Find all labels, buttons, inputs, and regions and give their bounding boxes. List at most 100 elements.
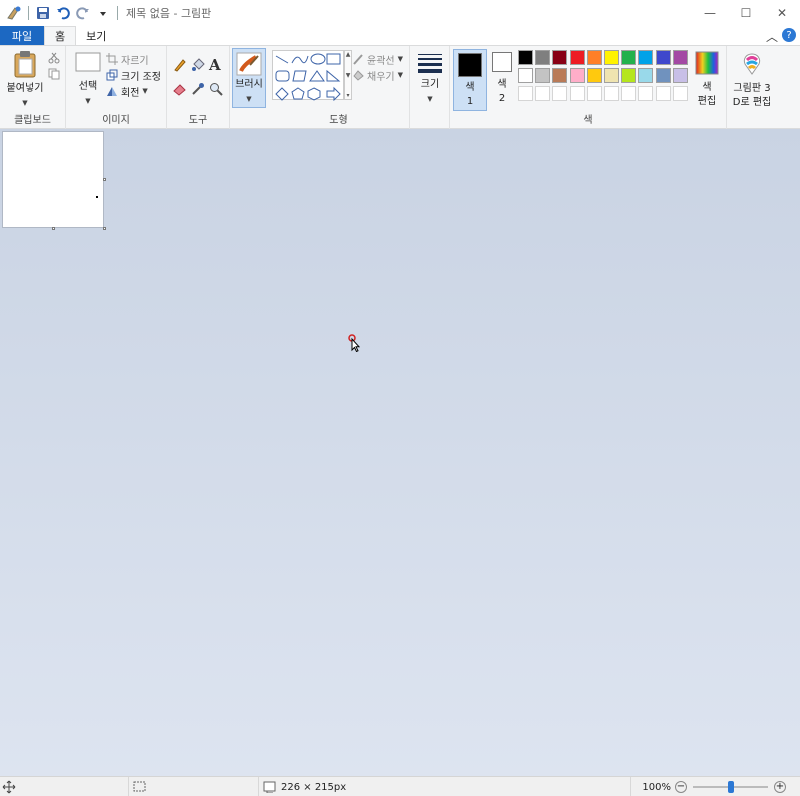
drawing-canvas[interactable] <box>2 131 106 230</box>
image-size-cell: 226 × 215px <box>258 777 388 796</box>
palette-color-swatch[interactable] <box>518 68 533 83</box>
selection-size-cell <box>128 777 258 796</box>
divider <box>28 6 29 20</box>
pencil-icon[interactable] <box>173 58 187 75</box>
color1-label-line2: 1 <box>466 96 474 107</box>
color1-button[interactable]: 색 1 <box>453 49 487 111</box>
clipboard-group-label: 클립보드 <box>14 115 51 126</box>
cut-icon[interactable] <box>48 52 60 67</box>
image-group-label: 이미지 <box>102 115 130 126</box>
fill-bucket-icon[interactable] <box>191 58 205 75</box>
palette-color-swatch[interactable] <box>586 50 602 65</box>
zoom-in-button[interactable]: + <box>774 781 786 793</box>
tools-group-label: 도구 <box>188 115 208 126</box>
undo-icon[interactable] <box>53 3 73 23</box>
size-button[interactable]: 크기 ▼ <box>414 52 446 106</box>
edit-colors-button[interactable]: 색 편집 <box>692 51 722 109</box>
color-palette <box>518 50 693 104</box>
redo-icon[interactable] <box>73 3 93 23</box>
close-button[interactable]: ✕ <box>764 0 800 26</box>
palette-color-swatch[interactable] <box>535 68 551 83</box>
palette-color-swatch[interactable] <box>604 50 619 65</box>
palette-color-swatch[interactable] <box>552 50 568 65</box>
zoom-slider[interactable] <box>693 781 768 793</box>
shapes-gallery-scroll[interactable]: ▲ ▼ ▾ <box>344 50 352 100</box>
paint3d-label-line2: D로 편집 <box>732 97 772 108</box>
custom-color-slot[interactable] <box>586 86 602 101</box>
chevron-down-icon: ▼ <box>22 99 28 107</box>
palette-color-swatch[interactable] <box>604 68 619 83</box>
zoom-cell: 100% − + <box>630 777 800 796</box>
resize-icon <box>106 69 118 81</box>
eraser-icon[interactable] <box>173 82 187 99</box>
magnifier-icon[interactable] <box>209 82 223 99</box>
custom-color-slot[interactable] <box>672 86 688 101</box>
custom-color-slot[interactable] <box>655 86 671 101</box>
crop-button[interactable]: 자르기 <box>106 51 149 67</box>
palette-color-swatch[interactable] <box>621 50 637 65</box>
copy-icon[interactable] <box>48 68 60 83</box>
window-title: 제목 없음 - 그림판 <box>126 7 212 20</box>
color-picker-icon[interactable] <box>191 82 205 99</box>
zoom-slider-thumb[interactable] <box>727 781 734 793</box>
palette-color-swatch[interactable] <box>638 50 654 65</box>
brush-icon <box>236 52 262 76</box>
collapse-ribbon-icon[interactable]: ︿ <box>766 28 778 45</box>
custom-color-slot[interactable] <box>535 86 551 101</box>
custom-color-slot[interactable] <box>604 86 619 101</box>
text-tool-icon[interactable]: A <box>209 56 221 74</box>
palette-color-swatch[interactable] <box>569 68 585 83</box>
tab-home[interactable]: 홈 <box>44 26 77 45</box>
custom-color-slot[interactable] <box>621 86 637 101</box>
size-label: 크기 <box>420 79 440 90</box>
palette-color-swatch[interactable] <box>655 50 671 65</box>
palette-color-swatch[interactable] <box>672 50 688 65</box>
select-button[interactable]: 선택 ▼ <box>70 52 106 108</box>
rotate-label: 회전 <box>121 87 140 99</box>
palette-color-swatch[interactable] <box>638 68 654 83</box>
paint-app-icon[interactable] <box>4 3 24 23</box>
customize-quick-access-icon[interactable] <box>93 3 113 23</box>
palette-color-swatch[interactable] <box>672 68 688 83</box>
resize-button[interactable]: 크기 조정 <box>106 67 161 83</box>
tab-file[interactable]: 파일 <box>0 26 44 45</box>
resize-handle-right[interactable] <box>103 178 106 181</box>
zoom-out-button[interactable]: − <box>675 781 687 793</box>
paint3d-group: 그림판 3 D로 편집 <box>727 46 777 129</box>
custom-color-slot[interactable] <box>569 86 585 101</box>
canvas-workspace[interactable] <box>0 129 800 776</box>
help-icon[interactable]: ? <box>782 28 796 42</box>
chevron-down-icon: ▼ <box>427 95 433 103</box>
chevron-down-icon: ▼ <box>397 55 403 63</box>
minimize-button[interactable]: — <box>692 0 728 26</box>
paste-button[interactable]: 붙여넣기 ▼ <box>4 50 46 110</box>
palette-color-swatch[interactable] <box>655 68 671 83</box>
outline-button[interactable]: 윤곽선 ▼ <box>352 51 403 67</box>
custom-color-slot[interactable] <box>518 86 533 101</box>
paste-label: 붙여넣기 <box>6 83 44 94</box>
rotate-button[interactable]: 회전 ▼ <box>106 83 148 99</box>
resize-handle-bottom[interactable] <box>52 227 55 230</box>
palette-color-swatch[interactable] <box>586 68 602 83</box>
color2-button[interactable]: 색 2 <box>488 52 516 106</box>
zoom-level: 100% <box>642 781 671 793</box>
save-icon[interactable] <box>33 3 53 23</box>
edit-with-paint3d-button[interactable]: 그림판 3 D로 편집 <box>729 52 775 110</box>
brushes-group: 브러시 ▼ <box>230 46 268 129</box>
custom-color-slot[interactable] <box>552 86 568 101</box>
palette-color-swatch[interactable] <box>621 68 637 83</box>
resize-handle-corner[interactable] <box>103 227 106 230</box>
custom-color-slot[interactable] <box>638 86 654 101</box>
palette-color-swatch[interactable] <box>569 50 585 65</box>
tab-view[interactable]: 보기 <box>76 26 116 45</box>
palette-color-swatch[interactable] <box>535 50 551 65</box>
brushes-button[interactable]: 브러시 ▼ <box>232 48 266 108</box>
shapes-gallery[interactable] <box>272 50 344 102</box>
maximize-button[interactable]: ☐ <box>728 0 764 26</box>
fill-button[interactable]: 채우기 ▼ <box>352 67 403 83</box>
palette-color-swatch[interactable] <box>552 68 568 83</box>
crop-icon <box>106 53 118 65</box>
tools-group: A 도구 <box>167 46 230 129</box>
color2-label-line2: 2 <box>498 93 506 104</box>
palette-color-swatch[interactable] <box>518 50 533 65</box>
